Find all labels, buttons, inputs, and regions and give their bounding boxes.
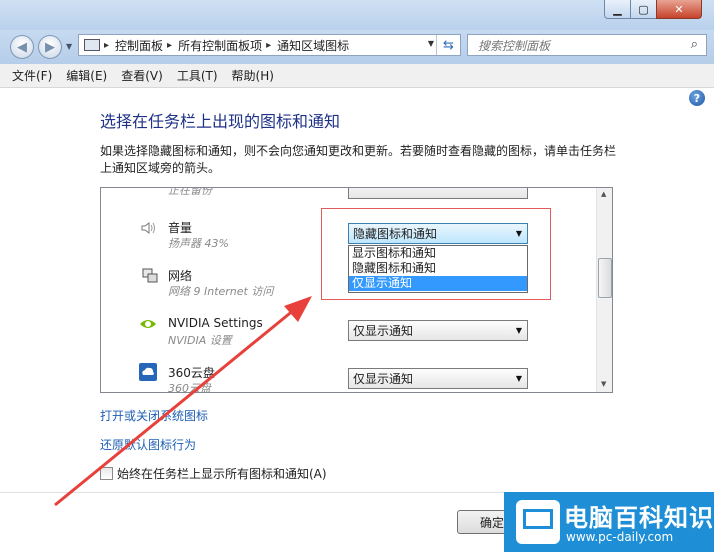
annotation-arrow-shaft [54,303,301,507]
watermark-title: 电脑百科知识 [564,504,714,532]
watermark-url: www.pc-daily.com [566,530,674,544]
annotation-arrow-head [284,296,312,322]
site-watermark: 电脑百科知识 www.pc-daily.com [504,492,714,552]
monitor-icon [523,509,553,529]
watermark-logo-icon [516,500,560,544]
annotation-arrow [54,296,312,507]
